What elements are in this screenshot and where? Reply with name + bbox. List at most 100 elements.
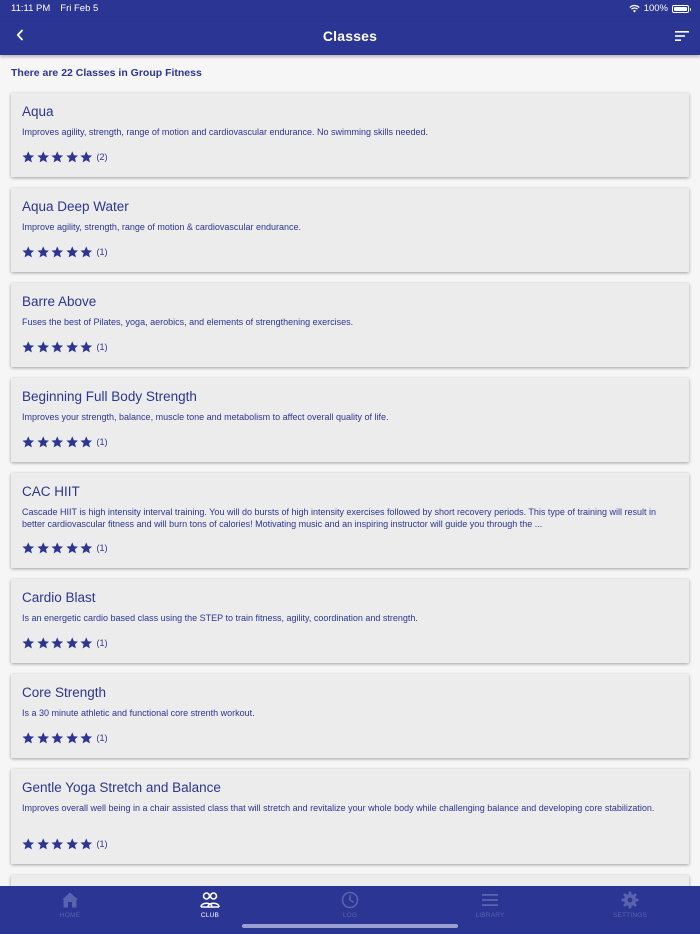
star-icon (36, 151, 49, 163)
star-icon (65, 151, 78, 163)
star-icon (36, 341, 49, 353)
class-card[interactable]: Barre Above Fuses the best of Pilates, y… (11, 283, 689, 367)
star-icon (65, 838, 78, 850)
star-icon (51, 436, 64, 448)
star-icon (36, 542, 49, 554)
star-icon (51, 341, 64, 353)
tab-label: LOG (342, 912, 358, 919)
class-description: Improve agility, strength, range of moti… (22, 222, 301, 232)
class-card[interactable]: Cardio Blast Is an energetic cardio base… (11, 579, 689, 663)
star-icon (51, 542, 64, 554)
star-rating (22, 838, 93, 850)
nav-bar: Classes (0, 17, 700, 55)
star-icon (22, 151, 35, 163)
class-rating: (1) (22, 637, 108, 649)
class-rating: (1) (22, 436, 108, 448)
rating-count: (1) (96, 839, 108, 849)
tab-label: CLUB (200, 912, 220, 919)
star-icon (36, 732, 49, 744)
class-name: Cardio Blast (22, 590, 96, 605)
star-icon (51, 838, 64, 850)
star-icon (51, 246, 64, 258)
class-count-summary: There are 22 Classes in Group Fitness (11, 67, 202, 79)
class-list[interactable]: There are 22 Classes in Group Fitness Aq… (0, 55, 700, 886)
class-name: Aqua (22, 104, 54, 119)
list-icon (482, 894, 498, 906)
star-icon (65, 542, 78, 554)
star-icon (65, 246, 78, 258)
battery-icon (672, 4, 691, 13)
star-icon (36, 436, 49, 448)
star-icon (65, 732, 78, 744)
class-rating: (1) (22, 246, 108, 258)
class-description: Improves overall well being in a chair a… (22, 803, 655, 813)
class-description: Fuses the best of Pilates, yoga, aerobic… (22, 317, 354, 327)
class-card[interactable]: Aqua Deep Water Improve agility, strengt… (11, 188, 689, 272)
class-description: Is a 30 minute athletic and functional c… (22, 708, 255, 718)
star-icon (22, 246, 35, 258)
class-card-partial[interactable] (11, 875, 689, 886)
star-icon (65, 637, 78, 649)
star-icon (80, 542, 93, 554)
class-description: Improves agility, strength, range of mot… (22, 127, 429, 137)
star-icon (51, 732, 64, 744)
home-indicator (242, 924, 458, 928)
star-rating (22, 151, 93, 163)
class-card[interactable]: Gentle Yoga Stretch and Balance Improves… (11, 769, 689, 864)
class-name: Gentle Yoga Stretch and Balance (22, 780, 221, 795)
rating-count: (1) (96, 437, 108, 447)
star-icon (51, 151, 64, 163)
rating-count: (1) (96, 733, 108, 743)
star-icon (80, 436, 93, 448)
class-name: CAC HIIT (22, 484, 80, 499)
class-rating: (1) (22, 341, 108, 353)
class-rating: (1) (22, 732, 108, 744)
tab-label: LIBRARY (475, 912, 505, 919)
people-icon (200, 892, 220, 908)
gear-icon (621, 891, 639, 909)
star-icon (80, 732, 93, 744)
star-icon (65, 341, 78, 353)
status-time: 11:11 PM (11, 3, 51, 14)
star-rating (22, 341, 93, 353)
home-icon (62, 892, 78, 908)
star-icon (22, 542, 35, 554)
star-icon (36, 637, 49, 649)
class-card[interactable]: Beginning Full Body Strength Improves yo… (11, 378, 689, 462)
star-rating (22, 732, 93, 744)
tab-home[interactable]: HOME (0, 886, 140, 934)
tab-settings[interactable]: SETTINGS (560, 886, 700, 934)
rating-count: (2) (96, 152, 108, 162)
star-icon (51, 637, 64, 649)
star-rating (22, 436, 93, 448)
sort-icon[interactable] (674, 29, 690, 43)
class-name: Core Strength (22, 685, 107, 700)
star-icon (80, 341, 93, 353)
page-title: Classes (322, 28, 378, 44)
rating-count: (1) (96, 247, 108, 257)
battery-percent: 100% (643, 3, 668, 14)
rating-count: (1) (96, 638, 108, 648)
rating-count: (1) (96, 342, 108, 352)
star-icon (22, 436, 35, 448)
star-icon (22, 838, 35, 850)
class-card[interactable]: CAC HIIT Cascade HIIT is high intensity … (11, 473, 689, 568)
star-icon (36, 246, 49, 258)
status-bar: 11:11 PM Fri Feb 5 100% (0, 0, 700, 17)
star-icon (36, 838, 49, 850)
star-icon (65, 436, 78, 448)
star-icon (22, 341, 35, 353)
class-card[interactable]: Core Strength Is a 30 minute athletic an… (11, 674, 689, 758)
class-card[interactable]: Aqua Improves agility, strength, range o… (11, 93, 689, 177)
class-rating: (1) (22, 542, 108, 554)
back-button[interactable] (12, 27, 28, 43)
rating-count: (1) (96, 543, 108, 553)
class-name: Barre Above (22, 294, 97, 309)
class-description: Cascade HIIT is high intensity interval … (22, 507, 656, 529)
star-icon (80, 637, 93, 649)
clock-icon (341, 891, 359, 909)
tab-label: HOME (59, 912, 81, 919)
wifi-icon (629, 5, 640, 13)
star-icon (80, 151, 93, 163)
star-icon (80, 246, 93, 258)
